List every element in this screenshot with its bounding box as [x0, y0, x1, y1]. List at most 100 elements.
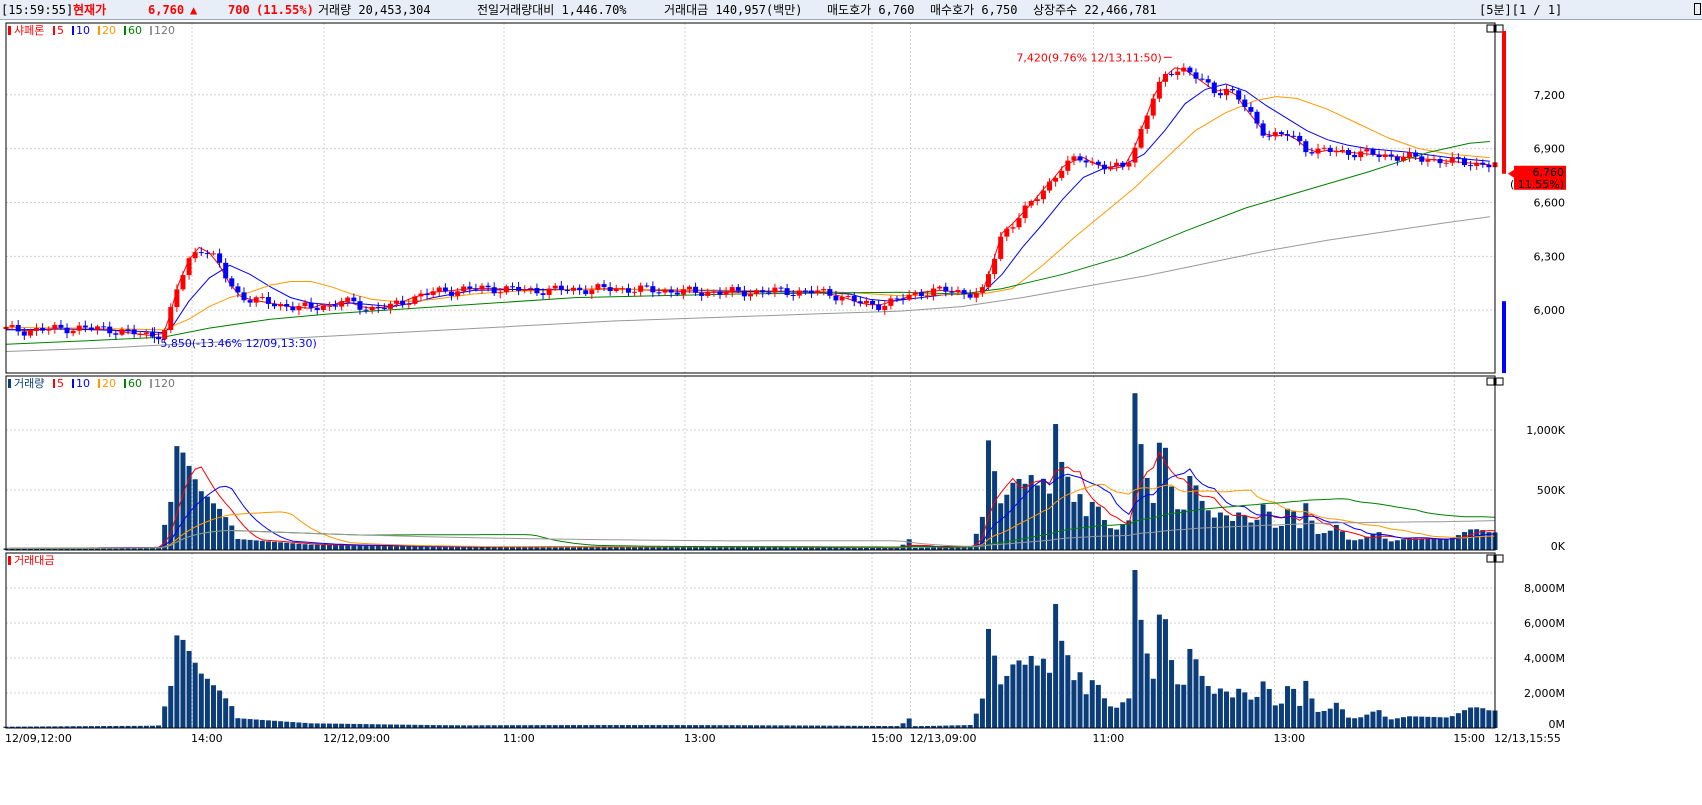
window-button[interactable] — [1694, 3, 1701, 15]
volume-bar — [1346, 539, 1352, 550]
candle-body — [58, 324, 64, 328]
candle-body — [9, 325, 15, 327]
candle-body — [650, 286, 656, 293]
amount-bar — [326, 723, 332, 728]
volume-bars — [3, 393, 1498, 550]
candle-body — [1028, 201, 1034, 206]
candle-body — [802, 290, 808, 292]
volume-bar — [1187, 475, 1193, 550]
candle-body — [192, 252, 198, 259]
amount-bar — [210, 685, 216, 728]
volume-bar — [1431, 538, 1437, 550]
amount-bar — [229, 706, 235, 728]
candle-body — [1169, 73, 1175, 76]
amount-bar — [186, 650, 192, 728]
candle-body — [284, 303, 290, 307]
volume-tick-label: 1,000K — [1526, 424, 1565, 437]
candle-body — [247, 300, 253, 303]
volume-bar — [357, 545, 363, 550]
candle-body — [1339, 150, 1345, 152]
legend-ma-label: 60 — [128, 377, 142, 390]
volume-bar — [1443, 539, 1449, 550]
volume-bar — [363, 545, 369, 550]
candle-body — [442, 287, 448, 292]
amount-bar — [357, 724, 363, 728]
candle-body — [644, 285, 650, 287]
volume-bar — [326, 544, 332, 550]
amount-bar — [351, 723, 357, 728]
volume-bar — [308, 544, 314, 550]
candle-body — [1382, 154, 1388, 157]
volume-bar — [284, 542, 290, 550]
amount-bar — [1431, 717, 1437, 728]
candle-body — [961, 290, 967, 295]
candle-body — [748, 293, 753, 297]
candle-body — [564, 289, 570, 291]
amount-bar — [1169, 660, 1175, 728]
candle-body — [34, 328, 40, 331]
candle-body — [1162, 73, 1168, 82]
amount-bar — [198, 673, 204, 728]
amount-bar — [1108, 706, 1114, 728]
candle-body — [339, 301, 345, 307]
candle-body — [1223, 89, 1229, 96]
legend-ma-label: 5 — [57, 377, 64, 390]
amount-bar — [985, 628, 991, 728]
amount-bar — [180, 639, 186, 728]
candle-body — [638, 285, 644, 292]
amount-bar — [363, 724, 369, 728]
price-tick-label: 6,000 — [1534, 304, 1566, 317]
amount-bar — [1254, 696, 1260, 728]
panel-close-button — [1495, 24, 1504, 33]
candle-body — [552, 285, 558, 289]
volume-bar — [1364, 536, 1370, 550]
price-range-bar-down — [1502, 301, 1506, 373]
legend-swatch — [8, 556, 11, 565]
amount-bar — [1382, 716, 1388, 728]
volume-bar — [278, 542, 284, 550]
candle-body — [217, 253, 223, 263]
legend-ma-swatch — [72, 379, 74, 388]
candle-body — [363, 309, 369, 311]
panel-close-button — [1495, 554, 1504, 563]
amount-bar — [272, 720, 278, 728]
candle-body — [1022, 205, 1028, 219]
candle-body — [137, 333, 143, 335]
period-indicator[interactable]: [5분][1 / 1] — [1479, 3, 1562, 17]
amount-tick-label: 4,000M — [1524, 652, 1565, 665]
candle-body — [937, 286, 943, 289]
amount-bar — [1285, 686, 1291, 728]
candle-body — [272, 303, 278, 307]
amount-bar — [1443, 717, 1449, 728]
candle-body — [1309, 152, 1315, 154]
candle-body — [1291, 135, 1297, 137]
candle-body — [1358, 151, 1364, 158]
legend-title: 샤페론 — [14, 24, 44, 37]
price-ma120-line — [5, 216, 1490, 352]
candle-body — [528, 287, 534, 290]
volume-bar — [387, 545, 393, 550]
candle-body — [320, 305, 326, 310]
amount-bar — [1388, 719, 1394, 728]
amount-bar — [1468, 707, 1474, 728]
price-moving-averages — [5, 67, 1490, 352]
stock-chart[interactable]: 6,000 6,300 6,600 6,900 7,200 0K 500K 1,000K 0M 2… — [0, 20, 1702, 805]
volume-bar — [1394, 540, 1400, 550]
amount-bar — [1333, 702, 1339, 728]
candle-body — [711, 291, 717, 293]
amount-tick-label: 0M — [1549, 718, 1566, 731]
candle-body — [168, 307, 174, 330]
amount-bar — [204, 678, 210, 728]
candle-body — [345, 297, 351, 302]
candle-body — [308, 302, 314, 308]
candle-body — [1236, 90, 1242, 100]
candle-body — [113, 333, 119, 335]
candle-body — [1486, 164, 1492, 168]
amount-bar — [1376, 710, 1382, 728]
candle-body — [64, 327, 70, 334]
x-tick-label: 12/09,12:00 — [5, 732, 72, 745]
candle-body — [485, 285, 491, 288]
amount-bar — [1059, 640, 1065, 728]
volume-bar — [253, 540, 259, 550]
candle-body — [998, 236, 1004, 259]
